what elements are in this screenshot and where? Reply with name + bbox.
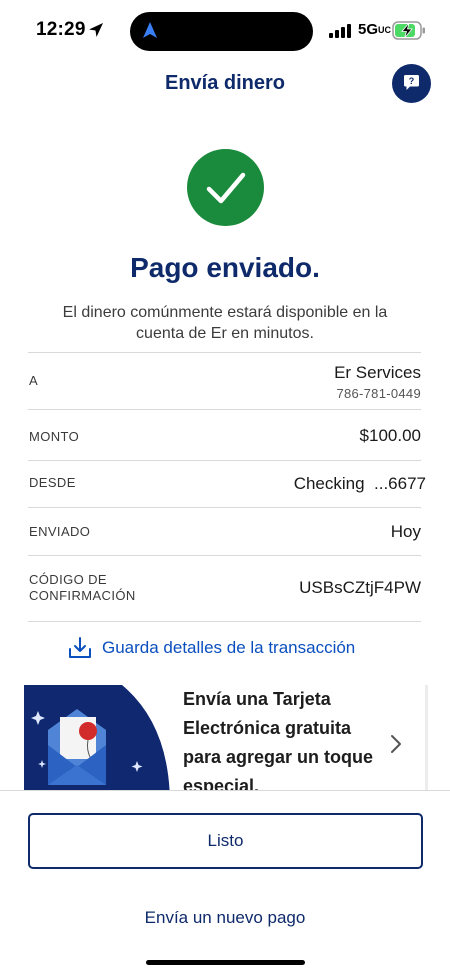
status-time: 12:29 [36,19,86,40]
network-label: 5GUC [358,21,392,38]
recipient-label: A [29,373,39,388]
navigation-arrow-icon [143,22,157,38]
confirmation-code-value: USBsCZtjF4PW [299,578,421,597]
bottom-divider [0,790,450,791]
detail-row-recipient: A Er Services 786-781-0449 [28,352,421,409]
svg-text:?: ? [409,76,415,86]
success-title: Pago enviado. [130,252,320,283]
ecard-edge [425,685,428,790]
success-message: El dinero comúnmente estará disponible e… [62,304,388,342]
home-indicator[interactable] [146,960,305,965]
detail-row-from: DESDE Checking ...6677 [28,460,426,507]
send-new-payment-link[interactable]: Envía un nuevo pago [0,908,450,928]
envelope-balloon-icon [24,685,170,790]
done-button[interactable]: Listo [28,813,423,869]
success-check-badge [187,149,264,226]
detail-row-sent: ENVIADO Hoy [28,507,421,555]
chevron-right-icon [391,735,401,753]
detail-row-confirmation-code: CÓDIGO DE CONFIRMACIÓN USBsCZtjF4PW [28,555,421,622]
recipient-name: Er Services [334,363,421,382]
confirmation-code-label: CÓDIGO DE CONFIRMACIÓN [29,572,136,603]
signal-bars-icon [329,24,351,38]
question-mark-icon: ? [404,75,419,90]
status-bar: 12:29 5GUC [0,0,450,62]
ecard-promo-banner[interactable]: Envía una Tarjeta Electrónica gratuita p… [24,685,428,790]
page-title: Envía dinero [164,72,286,94]
check-icon [206,172,246,204]
from-account: Checking ...6677 [293,474,426,493]
sent-label: ENVIADO [29,524,91,539]
dynamic-island [130,12,313,51]
amount-label: MONTO [29,429,80,444]
amount-value: $100.00 [359,426,421,445]
download-icon [69,637,91,658]
ecard-promo-text: Envía una Tarjeta Electrónica gratuita p… [183,689,374,790]
save-transaction-details-label: Guarda detalles de la transacción [102,638,356,657]
payment-details: A Er Services 786-781-0449 MONTO $100.00… [28,352,426,622]
detail-row-amount: MONTO $100.00 [28,409,421,460]
help-button[interactable]: ? [392,64,431,103]
location-arrow-icon [89,23,103,37]
from-label: DESDE [29,475,76,490]
recipient-phone: 786-781-0449 [336,386,421,401]
save-transaction-details-link[interactable]: Guarda detalles de la transacción [68,637,355,659]
battery-charging-icon [392,21,425,40]
sent-date: Hoy [390,522,421,541]
